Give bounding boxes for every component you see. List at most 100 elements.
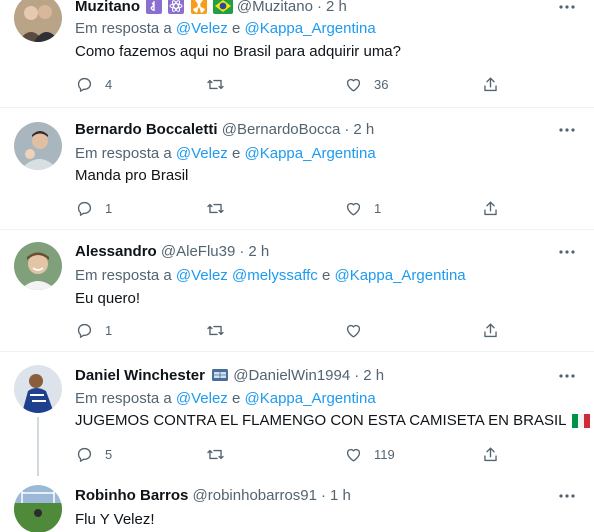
tweet-4[interactable]: Daniel Winchester @DanielWin1994 · 2 h Em … xyxy=(0,352,594,476)
reply-icon xyxy=(77,447,92,462)
retweet-icon xyxy=(207,325,224,335)
display-name[interactable]: Robinho Barros xyxy=(75,487,188,504)
reply-button[interactable]: 5 xyxy=(75,444,112,464)
separator-dot: · xyxy=(354,367,360,384)
more-options-icon[interactable] xyxy=(556,366,578,386)
mention-kappa[interactable]: @Kappa_Argentina xyxy=(245,20,376,37)
avatar[interactable] xyxy=(14,485,62,532)
share-button[interactable] xyxy=(481,74,500,94)
avatar[interactable] xyxy=(14,242,62,290)
mention-melyssaffc[interactable]: @melyssaffc xyxy=(232,267,318,284)
share-icon xyxy=(484,322,497,337)
handle[interactable]: @robinhobarros91 xyxy=(193,487,317,504)
like-count: 1 xyxy=(374,200,382,216)
separator-dot: · xyxy=(320,487,326,504)
like-button[interactable]: 119 xyxy=(344,444,395,464)
separator-dot: · xyxy=(239,243,245,260)
radioactive-icon xyxy=(190,0,207,20)
mention-velez[interactable]: @Velez xyxy=(176,390,228,407)
heart-icon xyxy=(346,324,361,338)
avatar[interactable] xyxy=(14,0,62,42)
display-name[interactable]: Bernardo Boccaletti xyxy=(75,121,218,138)
more-options-icon[interactable] xyxy=(556,120,578,140)
mention-kappa[interactable]: @Kappa_Argentina xyxy=(334,267,465,284)
tweet-text: Manda pro Brasil xyxy=(75,167,189,184)
handle[interactable]: @DanielWin1994 xyxy=(233,367,350,384)
reply-context: Em resposta a @Velez e @Kappa_Argentina xyxy=(75,144,376,164)
share-icon xyxy=(484,200,497,215)
timestamp[interactable]: 2 h xyxy=(363,367,384,384)
handle[interactable]: @Muzitano xyxy=(237,0,313,15)
like-count: 36 xyxy=(374,76,389,92)
tweet-actions: 4 36 xyxy=(75,74,515,94)
display-name[interactable]: Alessandro xyxy=(75,243,157,260)
mention-velez[interactable]: @Velez xyxy=(176,20,228,37)
reply-count: 1 xyxy=(105,200,113,216)
reply-context: Em resposta a @Velez e @Kappa_Argentina xyxy=(75,19,376,39)
atom-icon xyxy=(168,0,185,20)
reply-context: Em resposta a @Velez @melyssaffc e @Kapp… xyxy=(75,266,466,286)
brazil-flag-icon xyxy=(212,0,233,20)
timestamp[interactable]: 2 h xyxy=(248,243,269,260)
tweet-3[interactable]: Alessandro @AleFlu39 · 2 h Em resposta a @… xyxy=(0,230,594,352)
reply-button[interactable]: 1 xyxy=(75,320,112,340)
reply-prefix: Em resposta a xyxy=(75,267,172,284)
thread-line xyxy=(37,417,39,476)
tweet-actions: 1 1 xyxy=(75,198,515,218)
reply-prefix: Em resposta a xyxy=(75,390,172,407)
reply-prefix: Em resposta a xyxy=(75,20,172,37)
reply-button[interactable]: 4 xyxy=(75,74,112,94)
like-button[interactable] xyxy=(344,320,374,340)
and-word: e xyxy=(321,267,331,284)
retweet-button[interactable] xyxy=(206,198,236,218)
more-options-icon[interactable] xyxy=(556,486,578,506)
mention-velez[interactable]: @Velez xyxy=(176,267,228,284)
handle[interactable]: @AleFlu39 xyxy=(161,243,235,260)
timestamp[interactable]: 1 h xyxy=(330,487,351,504)
separator-dot: · xyxy=(316,0,322,15)
retweet-button[interactable] xyxy=(206,444,236,464)
timestamp[interactable]: 2 h xyxy=(326,0,347,15)
retweet-button[interactable] xyxy=(206,320,236,340)
more-options-icon[interactable] xyxy=(556,242,578,262)
tweet-text: JUGEMOS CONTRA EL FLAMENGO CON ESTA CAMI… xyxy=(75,411,594,434)
tweet-text: Como fazemos aqui no Brasil para adquiri… xyxy=(75,43,401,60)
tweet-5[interactable]: Robinho Barros @robinhobarros91 · 1 h Flu … xyxy=(0,476,594,532)
reply-count: 5 xyxy=(105,446,113,462)
like-button[interactable]: 36 xyxy=(344,74,388,94)
share-button[interactable] xyxy=(481,444,500,464)
tweet-actions: 5 119 xyxy=(75,444,515,464)
tweet-2[interactable]: Bernardo Boccaletti @BernardoBocca · 2 h E… xyxy=(0,108,594,230)
mention-velez[interactable]: @Velez xyxy=(176,145,228,162)
reply-icon xyxy=(77,77,92,92)
tweet-text: Eu quero! xyxy=(75,290,141,307)
retweet-icon xyxy=(207,449,224,459)
timestamp[interactable]: 2 h xyxy=(353,121,374,138)
retweet-icon xyxy=(207,79,224,89)
reply-prefix: Em resposta a xyxy=(75,145,172,162)
tweet-1[interactable]: Muzitano @Muzitano · 2 h Em resposta a @Ve… xyxy=(0,0,594,108)
reply-button[interactable]: 1 xyxy=(75,198,112,218)
tweet-actions: 1 xyxy=(75,320,515,340)
share-button[interactable] xyxy=(481,198,500,218)
display-name[interactable]: Muzitano xyxy=(75,0,140,15)
share-button[interactable] xyxy=(481,320,500,340)
like-button[interactable]: 1 xyxy=(344,198,381,218)
italy-flag-icon xyxy=(572,414,591,434)
mention-kappa[interactable]: @Kappa_Argentina xyxy=(245,145,376,162)
avatar[interactable] xyxy=(14,365,62,413)
retweet-button[interactable] xyxy=(206,74,236,94)
reply-context: Em resposta a @Velez e @Kappa_Argentina xyxy=(75,389,376,409)
avatar[interactable] xyxy=(14,122,62,170)
reply-icon xyxy=(77,201,92,216)
display-name[interactable]: Daniel Winchester xyxy=(75,367,205,384)
tweet-text: Flu Y Velez! xyxy=(75,511,155,528)
share-icon xyxy=(484,446,497,461)
mention-kappa[interactable]: @Kappa_Argentina xyxy=(245,390,376,407)
and-word: e xyxy=(231,20,241,37)
more-options-icon[interactable] xyxy=(556,0,578,17)
share-icon xyxy=(484,76,497,91)
reply-count: 4 xyxy=(105,76,113,92)
like-count: 119 xyxy=(374,446,395,462)
handle[interactable]: @BernardoBocca xyxy=(222,121,341,138)
